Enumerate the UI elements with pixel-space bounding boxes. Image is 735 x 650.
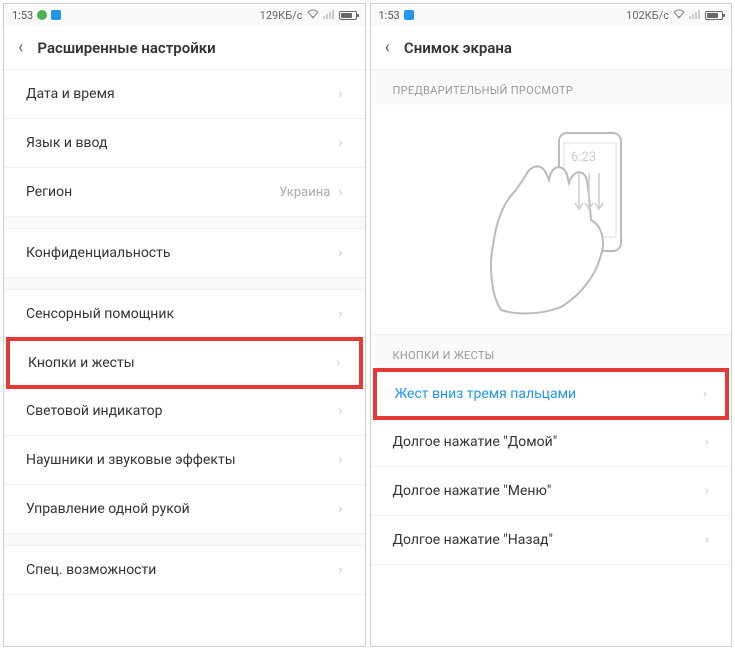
list-item-date-time[interactable]: Дата и время ›	[4, 70, 365, 119]
chevron-right-icon: ›	[338, 306, 342, 322]
page-header: ‹ Снимок экрана	[371, 26, 732, 70]
notification-green-icon	[37, 10, 47, 20]
gesture-list: Жест вниз тремя пальцами › Долгое нажати…	[371, 370, 732, 646]
list-item-region[interactable]: Регион Украина ›	[4, 168, 365, 217]
chevron-right-icon: ›	[338, 562, 342, 578]
list-item-one-hand[interactable]: Управление одной рукой ›	[4, 485, 365, 534]
notification-blue-icon	[404, 10, 414, 20]
divider	[4, 534, 365, 546]
status-bar: 1:53 102КБ/с	[371, 4, 732, 26]
status-bar: 1:53 129КБ/с	[4, 4, 365, 26]
page-title: Снимок экрана	[404, 39, 512, 57]
chevron-right-icon: ›	[703, 386, 707, 402]
divider	[4, 278, 365, 290]
settings-list: Дата и время › Язык и ввод › Регион Укра…	[4, 70, 365, 646]
signal-icon	[323, 9, 335, 22]
back-icon[interactable]: ‹	[18, 37, 23, 58]
notification-blue-icon	[51, 10, 61, 20]
status-time: 1:53	[379, 9, 400, 22]
page-header: ‹ Расширенные настройки	[4, 26, 365, 70]
chevron-right-icon: ›	[338, 452, 342, 468]
chevron-right-icon: ›	[338, 135, 342, 151]
divider	[4, 217, 365, 229]
list-item-led[interactable]: Световой индикатор ›	[4, 387, 365, 436]
list-item-privacy[interactable]: Конфиденциальность ›	[4, 229, 365, 278]
item-value: Украина	[279, 185, 330, 200]
data-rate: 102КБ/с	[626, 9, 669, 22]
section-header-gestures: КНОПКИ И ЖЕСТЫ	[371, 335, 732, 370]
gesture-preview: 6:23	[371, 105, 732, 335]
chevron-right-icon: ›	[705, 483, 709, 499]
chevron-right-icon: ›	[338, 86, 342, 102]
chevron-right-icon: ›	[338, 184, 342, 200]
list-item-long-press-back[interactable]: Долгое нажатие "Назад" ›	[371, 516, 732, 565]
list-item-long-press-home[interactable]: Долгое нажатие "Домой" ›	[371, 418, 732, 467]
svg-text:6:23: 6:23	[571, 150, 596, 165]
signal-icon	[689, 9, 701, 22]
right-phone-screen: 1:53 102КБ/с ‹ Снимок экрана ПРЕДВАРИТЕЛ…	[370, 3, 733, 647]
list-item-touch-assistant[interactable]: Сенсорный помощник ›	[4, 290, 365, 339]
chevron-right-icon: ›	[338, 403, 342, 419]
chevron-right-icon: ›	[705, 532, 709, 548]
chevron-right-icon: ›	[336, 355, 340, 371]
section-header-preview: ПРЕДВАРИТЕЛЬНЫЙ ПРОСМОТР	[371, 70, 732, 105]
list-item-accessibility[interactable]: Спец. возможности ›	[4, 546, 365, 595]
hand-phone-illustration: 6:23	[471, 125, 631, 315]
data-rate: 129КБ/с	[260, 9, 303, 22]
list-item-headphones[interactable]: Наушники и звуковые эффекты ›	[4, 436, 365, 485]
list-item-long-press-menu[interactable]: Долгое нажатие "Меню" ›	[371, 467, 732, 516]
status-time: 1:53	[12, 9, 33, 22]
left-phone-screen: 1:53 129КБ/с ‹ Расширенные настройки Дат…	[3, 3, 366, 647]
list-item-language[interactable]: Язык и ввод ›	[4, 119, 365, 168]
page-title: Расширенные настройки	[37, 39, 215, 57]
chevron-right-icon: ›	[338, 501, 342, 517]
wifi-icon	[673, 9, 685, 22]
battery-icon	[705, 11, 723, 20]
list-item-buttons-gestures[interactable]: Кнопки и жесты ›	[6, 337, 363, 389]
list-item-three-finger-swipe[interactable]: Жест вниз тремя пальцами ›	[373, 368, 730, 420]
battery-icon	[339, 11, 357, 20]
wifi-icon	[307, 9, 319, 22]
chevron-right-icon: ›	[705, 434, 709, 450]
chevron-right-icon: ›	[338, 245, 342, 261]
back-icon[interactable]: ‹	[385, 37, 390, 58]
